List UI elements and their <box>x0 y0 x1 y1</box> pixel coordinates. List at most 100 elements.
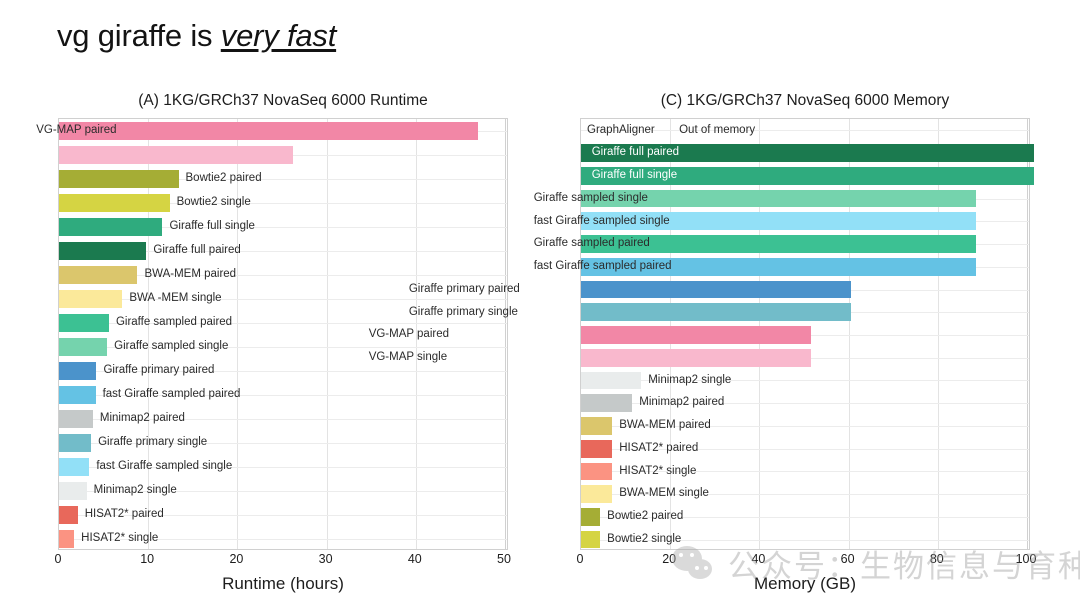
bar[interactable] <box>581 371 642 390</box>
chart-c-title: (C) 1KG/GRCh37 NovaSeq 6000 Memory <box>660 92 950 109</box>
bar-row[interactable]: VG-MAP paired <box>36 122 507 140</box>
bar[interactable] <box>59 434 92 452</box>
bar-row[interactable]: Giraffe primary paired <box>409 280 1029 299</box>
bar[interactable] <box>59 458 90 476</box>
bar-row[interactable]: HISAT2* single <box>581 462 1029 481</box>
bar-label: Minimap2 paired <box>639 396 725 409</box>
bar-row[interactable]: VG-MAP paired <box>369 326 1029 344</box>
bar-row[interactable]: Giraffe full single <box>59 218 507 236</box>
bar[interactable] <box>581 394 633 413</box>
bar[interactable] <box>581 508 601 526</box>
bar-row[interactable]: Giraffe full paired <box>59 242 507 260</box>
bar-row[interactable]: fast Giraffe sampled single <box>534 212 1029 231</box>
bar-row[interactable]: Minimap2 single <box>59 482 507 500</box>
bar[interactable] <box>581 326 811 344</box>
bar-label: Giraffe full paired <box>591 146 680 159</box>
bar-label: GraphAligner <box>587 124 655 137</box>
bar-row[interactable]: fast Giraffe sampled paired <box>534 257 1029 276</box>
bar-row[interactable]: HISAT2* paired <box>59 506 507 524</box>
bar[interactable] <box>59 506 78 524</box>
bar-label: Giraffe primary single <box>98 436 208 449</box>
bar-row[interactable]: Minimap2 single <box>581 371 1029 390</box>
chart-a-title: (A) 1KG/GRCh37 NovaSeq 6000 Runtime <box>138 92 428 109</box>
bar-label: Minimap2 paired <box>99 412 185 425</box>
bar-row[interactable]: Bowtie2 single <box>59 194 507 212</box>
bar-row[interactable]: Giraffe sampled paired <box>534 235 1029 253</box>
bar-row[interactable]: Giraffe primary single <box>59 434 507 452</box>
bar-label: Bowtie2 single <box>176 196 251 209</box>
bar-row[interactable]: HISAT2* single <box>59 530 507 548</box>
bar-row[interactable]: Giraffe primary single <box>409 303 1029 322</box>
bar-label: fast Giraffe sampled paired <box>533 260 672 273</box>
bar[interactable] <box>59 482 87 500</box>
bar-row[interactable]: Giraffe full paired <box>581 144 1034 162</box>
bar[interactable] <box>59 338 108 356</box>
bar-row[interactable]: Giraffe full single <box>581 166 1034 185</box>
axis-tick: 10 <box>140 552 155 566</box>
bar-label: BWA-MEM single <box>619 487 709 500</box>
bar[interactable] <box>581 530 601 549</box>
bar-row[interactable]: BWA-MEM paired <box>59 266 507 284</box>
bar-label: Giraffe primary paired <box>408 282 520 295</box>
bar-label: fast Giraffe sampled single <box>533 214 670 227</box>
bar-row[interactable]: Giraffe sampled single <box>534 189 1029 208</box>
bar-row[interactable]: Bowtie2 single <box>581 530 1029 549</box>
bar[interactable] <box>59 290 123 308</box>
bar[interactable] <box>59 410 93 428</box>
bar-label: Bowtie2 paired <box>607 510 684 523</box>
bar-row[interactable]: HISAT2* paired <box>581 439 1029 458</box>
bar-label: BWA-MEM paired <box>144 268 237 281</box>
bar[interactable] <box>581 485 613 504</box>
bar[interactable] <box>581 439 613 458</box>
bar[interactable] <box>59 362 97 380</box>
bar-label: Giraffe full single <box>591 169 678 182</box>
bar[interactable] <box>581 417 613 435</box>
bar[interactable] <box>59 242 147 260</box>
bar-label: Giraffe sampled paired <box>115 316 233 329</box>
bar-row[interactable]: VG-MAP single <box>59 146 507 164</box>
bar-row[interactable]: Bowtie2 paired <box>59 170 507 188</box>
bar-label: Bowtie2 paired <box>185 172 262 185</box>
bar-label: Giraffe sampled paired <box>533 237 650 250</box>
bar-row[interactable]: Bowtie2 paired <box>581 508 1029 526</box>
axis-tick: 100 <box>1015 552 1037 566</box>
bar-label: Giraffe full single <box>169 220 255 233</box>
bar-row[interactable]: VG-MAP single <box>369 348 1029 367</box>
bar[interactable] <box>581 348 811 367</box>
bar[interactable] <box>59 122 479 140</box>
bar-label: VG-MAP paired <box>36 124 117 137</box>
bar-row[interactable]: BWA-MEM single <box>581 485 1029 504</box>
bar-label: Minimap2 single <box>648 373 732 386</box>
bar-label: Giraffe full paired <box>153 244 241 257</box>
bar-row[interactable]: fast Giraffe sampled single <box>59 458 507 476</box>
bar-label: Giraffe sampled single <box>533 191 648 204</box>
bar[interactable] <box>581 303 851 322</box>
bar[interactable] <box>59 530 75 548</box>
axis-tick: 0 <box>54 552 62 566</box>
chart-panel-a: (A) 1KG/GRCh37 NovaSeq 6000 Runtime VG-M… <box>36 92 511 594</box>
bar[interactable] <box>581 462 613 481</box>
bar[interactable] <box>59 314 109 332</box>
axis-tick: 30 <box>318 552 333 566</box>
bar[interactable] <box>59 218 163 236</box>
bar-row[interactable]: BWA-MEM paired <box>581 417 1029 435</box>
bar-row[interactable]: fast Giraffe sampled paired <box>59 386 507 404</box>
page-title-plain: vg giraffe is <box>57 18 221 53</box>
bar-label: fast Giraffe sampled paired <box>102 388 241 401</box>
bar[interactable] <box>59 170 179 188</box>
chart-c-plot-area: GraphAligner Out of memory Giraffe full pa… <box>369 118 1034 550</box>
bar-label: HISAT2* single <box>81 532 159 545</box>
bar[interactable] <box>59 146 293 164</box>
chart-c-x-axis-label: Memory (GB) <box>754 574 856 593</box>
bar[interactable] <box>59 386 96 404</box>
bar[interactable] <box>59 194 170 212</box>
bar-label: HISAT2* single <box>619 464 697 477</box>
bar[interactable] <box>581 280 851 299</box>
bar-row[interactable]: Giraffe primary paired <box>59 362 507 380</box>
bar-label: BWA -MEM single <box>129 292 222 305</box>
bar-label: Giraffe sampled single <box>114 340 229 353</box>
bar-row[interactable]: Minimap2 paired <box>581 394 1029 413</box>
chart-c-x-axis: 0 20 40 60 80 100 <box>577 551 1037 573</box>
bar-row[interactable]: Minimap2 paired <box>59 410 507 428</box>
bar[interactable] <box>59 266 138 284</box>
